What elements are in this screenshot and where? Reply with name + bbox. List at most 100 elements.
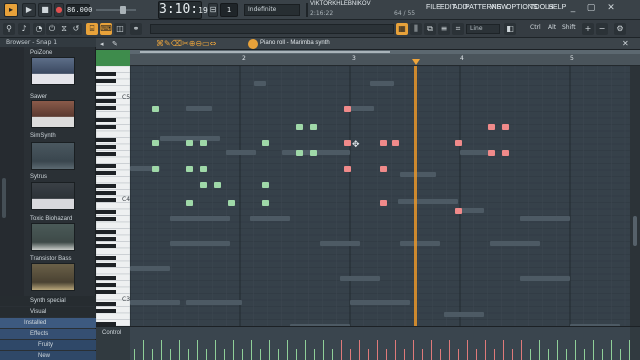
velocity-bar[interactable] [584, 349, 585, 360]
velocity-bar[interactable] [350, 349, 351, 360]
piano-keyboard[interactable]: C5 C4 C3 [96, 66, 130, 326]
pattern-song-toggle[interactable]: ▸ [4, 3, 18, 17]
velocity-bar[interactable] [458, 349, 459, 360]
close-icon[interactable]: ✕ [604, 3, 618, 17]
note[interactable] [296, 150, 303, 156]
velocity-bar[interactable] [602, 349, 603, 360]
velocity-bar[interactable] [512, 349, 513, 360]
velocity-bar[interactable] [431, 340, 432, 360]
velocity-bar[interactable] [224, 349, 225, 360]
vertical-scrollbar[interactable] [630, 66, 640, 326]
note[interactable] [214, 182, 221, 188]
black-key[interactable] [96, 244, 116, 248]
white-key[interactable] [96, 156, 130, 164]
shift-key[interactable]: Shift [562, 24, 576, 31]
velocity-bar[interactable] [485, 340, 486, 360]
zoom-in-icon[interactable]: + [582, 23, 594, 35]
note[interactable] [502, 150, 509, 156]
channel-rack-icon[interactable]: ⧉ [424, 23, 436, 35]
velocity-bar[interactable] [629, 340, 630, 360]
velocity-bar[interactable] [611, 340, 612, 360]
black-key[interactable] [96, 171, 116, 175]
note[interactable] [344, 106, 351, 112]
black-key[interactable] [96, 118, 116, 122]
play-button[interactable]: ▶ [22, 3, 36, 17]
velocity-bar[interactable] [368, 349, 369, 360]
velocity-bar[interactable] [449, 340, 450, 360]
mixer-icon[interactable]: ⫼ [410, 23, 422, 35]
note[interactable] [392, 140, 399, 146]
velocity-bar[interactable] [269, 340, 270, 360]
settings-icon[interactable]: ⚙ [614, 23, 626, 35]
white-key[interactable] [96, 66, 130, 73]
black-key[interactable] [96, 309, 116, 313]
record-mode-icon[interactable]: ◔ [33, 23, 45, 35]
plugin-transistor-bass-label[interactable]: Transistor Bass [30, 256, 71, 262]
menu-help[interactable]: HELP [548, 4, 566, 11]
plugin-simsynth-thumb[interactable] [31, 142, 75, 170]
plugin-sawer-thumb[interactable] [31, 100, 75, 128]
velocity-bar[interactable] [620, 349, 621, 360]
note[interactable] [380, 166, 387, 172]
velocity-bar[interactable] [278, 349, 279, 360]
record-button[interactable]: ● [54, 3, 64, 17]
pattern-number[interactable]: 1 [220, 3, 238, 17]
black-key[interactable] [96, 263, 116, 267]
velocity-bar[interactable] [332, 349, 333, 360]
note[interactable] [488, 150, 495, 156]
note[interactable] [152, 166, 159, 172]
velocity-bar[interactable] [305, 340, 306, 360]
event-control-lane[interactable]: Control [96, 326, 640, 360]
master-volume-handle[interactable] [120, 6, 126, 14]
black-key[interactable] [96, 92, 116, 96]
white-key[interactable] [96, 130, 130, 138]
tree-visual[interactable]: Visual [0, 307, 96, 317]
playlist-icon[interactable]: ≡ [438, 23, 450, 35]
velocity-bar[interactable] [314, 349, 315, 360]
velocity-bar[interactable] [377, 340, 378, 360]
tree-new[interactable]: New [0, 351, 96, 360]
step-edit-icon[interactable]: ⌸ [86, 23, 98, 35]
velocity-bar[interactable] [161, 340, 162, 360]
note[interactable] [200, 140, 207, 146]
snap-select[interactable]: Line [466, 24, 500, 34]
black-key[interactable] [96, 283, 116, 287]
black-key[interactable] [96, 125, 116, 129]
velocity-bar[interactable] [395, 340, 396, 360]
note[interactable] [310, 150, 317, 156]
velocity-bar[interactable] [323, 340, 324, 360]
minimize-icon[interactable]: _ [566, 3, 580, 17]
maximize-icon[interactable]: ▢ [584, 3, 598, 17]
note[interactable] [200, 182, 207, 188]
snap-icon[interactable]: ⚲ [3, 23, 15, 35]
velocity-bar[interactable] [287, 340, 288, 360]
multilink-icon[interactable]: ⚭ [130, 23, 142, 35]
white-key[interactable] [96, 176, 130, 184]
note[interactable] [455, 208, 462, 214]
note-grid[interactable]: ✥ [130, 66, 630, 326]
black-key[interactable] [96, 106, 116, 110]
note[interactable] [455, 140, 462, 146]
plugin-poizone-label[interactable]: PoiZone [30, 50, 52, 56]
velocity-bar[interactable] [413, 340, 414, 360]
note[interactable] [380, 140, 387, 146]
vertical-scroll-thumb[interactable] [633, 216, 637, 246]
velocity-bar[interactable] [197, 340, 198, 360]
note[interactable] [380, 200, 387, 206]
pattern-prev-button[interactable]: ⊟ [208, 3, 218, 17]
ctrl-key[interactable]: Ctrl [530, 24, 541, 31]
velocity-bar[interactable] [260, 349, 261, 360]
note[interactable] [186, 140, 193, 146]
plugin-sytrus-thumb[interactable] [31, 182, 75, 210]
velocity-bar[interactable] [206, 349, 207, 360]
velocity-bar[interactable] [476, 349, 477, 360]
menu-file[interactable]: FILE [426, 4, 441, 11]
black-key[interactable] [96, 230, 116, 234]
black-key[interactable] [96, 145, 116, 149]
velocity-bar[interactable] [188, 349, 189, 360]
note[interactable] [186, 166, 193, 172]
black-key[interactable] [96, 138, 116, 142]
velocity-bar[interactable] [503, 340, 504, 360]
note[interactable] [262, 182, 269, 188]
piano-roll-toggle-icon[interactable]: ▦ [396, 23, 408, 35]
